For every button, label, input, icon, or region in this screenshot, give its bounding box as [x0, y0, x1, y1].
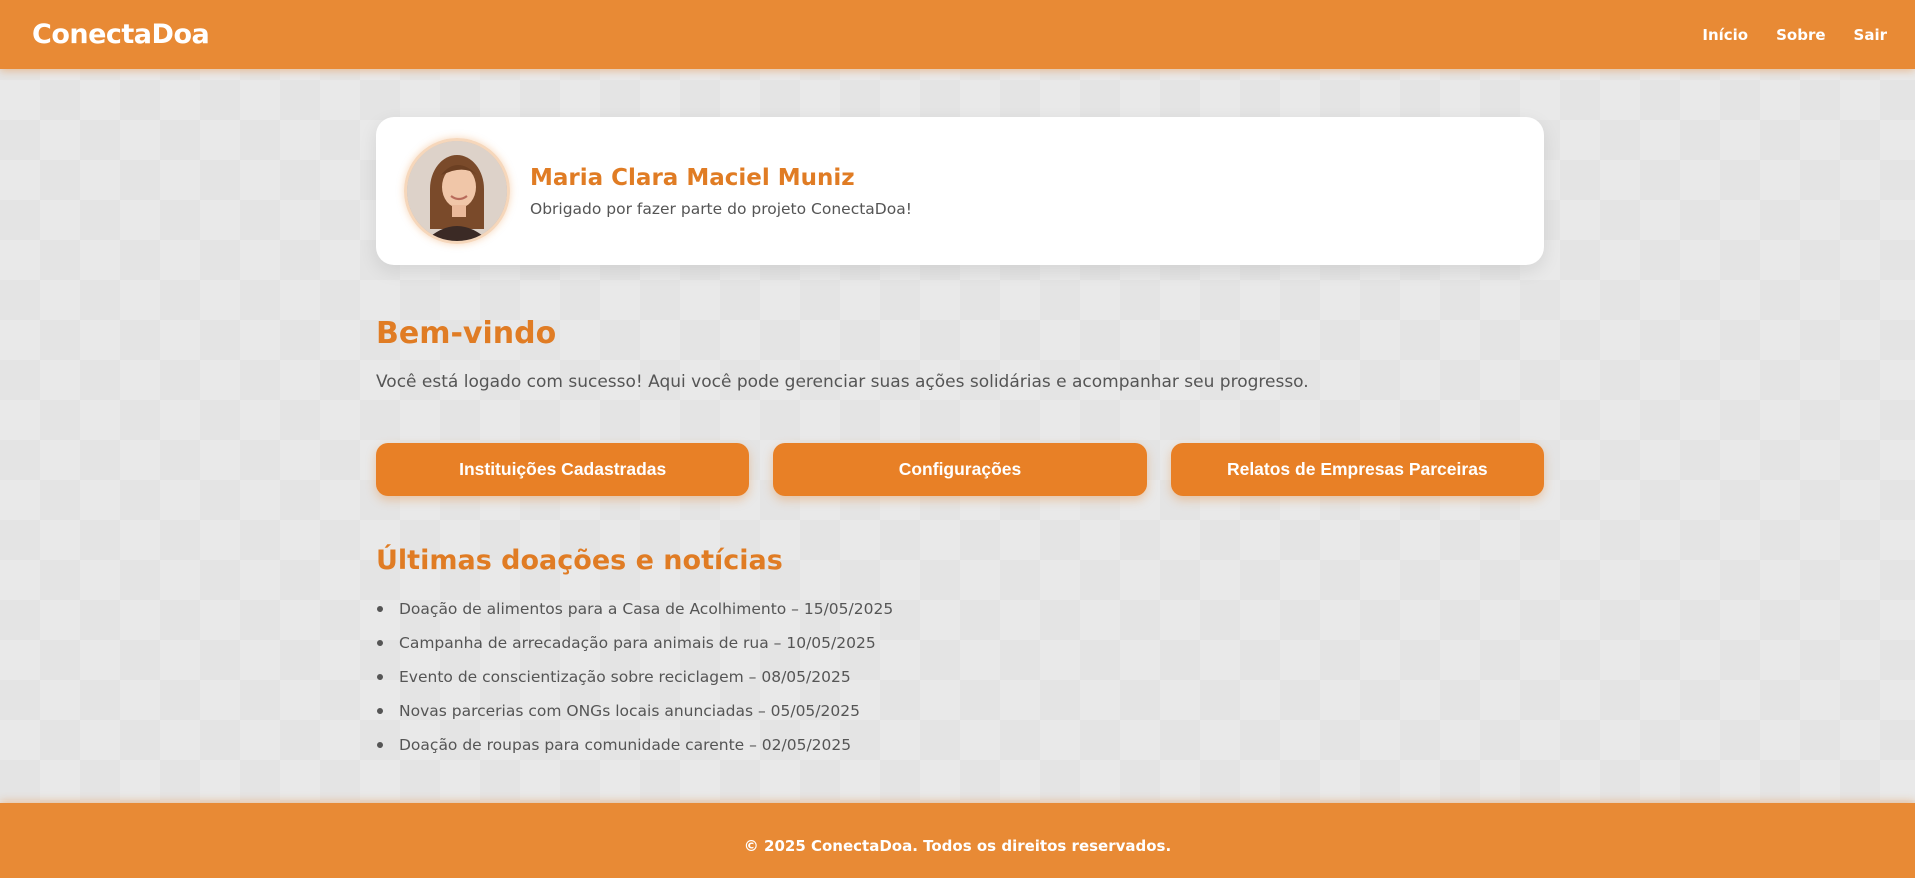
profile-name: Maria Clara Maciel Muniz: [530, 164, 855, 191]
profile-card: Maria Clara Maciel Muniz Obrigado por fa…: [376, 117, 1544, 265]
news-title: Últimas doações e notícias: [376, 545, 783, 576]
list-item: Doação de roupas para comunidade carente…: [376, 735, 893, 769]
top-navbar: ConectaDoa Início Sobre Sair: [0, 0, 1915, 69]
footer: © 2025 ConectaDoa. Todos os direitos res…: [0, 803, 1915, 878]
profile-subtitle: Obrigado por fazer parte do projeto Cone…: [530, 199, 912, 218]
footer-copyright: © 2025 ConectaDoa. Todos os direitos res…: [743, 836, 1172, 855]
instituicoes-cadastradas-button[interactable]: Instituições Cadastradas: [376, 443, 750, 496]
list-item: Novas parcerias com ONGs locais anunciad…: [376, 701, 893, 735]
welcome-title: Bem-vindo: [376, 316, 557, 351]
user-photo-icon: [407, 141, 507, 241]
configuracoes-button[interactable]: Configurações: [773, 443, 1147, 496]
main-nav: Início Sobre Sair: [1702, 26, 1887, 44]
list-item: Evento de conscientização sobre reciclag…: [376, 667, 893, 701]
list-item: Doação de alimentos para a Casa de Acolh…: [376, 599, 893, 633]
welcome-text: Você está logado com sucesso! Aqui você …: [376, 372, 1309, 392]
news-list: Doação de alimentos para a Casa de Acolh…: [376, 599, 893, 769]
nav-link-sobre[interactable]: Sobre: [1776, 26, 1825, 44]
avatar: [404, 138, 510, 244]
list-item: Campanha de arrecadação para animais de …: [376, 633, 893, 667]
profile-text: Maria Clara Maciel Muniz Obrigado por fa…: [530, 165, 912, 218]
nav-link-inicio[interactable]: Início: [1702, 26, 1748, 44]
action-buttons: Instituições Cadastradas Configurações R…: [376, 443, 1544, 496]
nav-link-sair[interactable]: Sair: [1854, 26, 1887, 44]
relatos-empresas-parceiras-button[interactable]: Relatos de Empresas Parceiras: [1170, 443, 1544, 496]
brand-logo[interactable]: ConectaDoa: [32, 19, 210, 50]
